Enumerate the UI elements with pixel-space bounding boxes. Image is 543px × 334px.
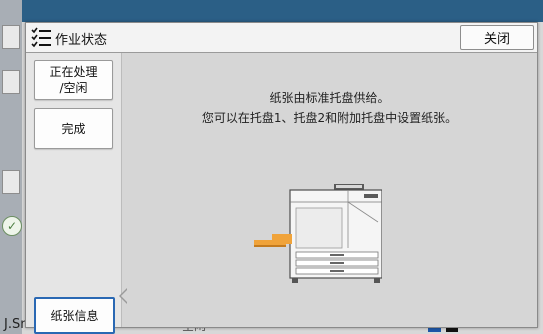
dialog-titlebar: 作业状态 关闭	[26, 23, 537, 53]
paper-info-button[interactable]: 纸张信息	[34, 297, 115, 334]
completed-button[interactable]: 完成	[34, 108, 113, 149]
background-check-icon: ✓	[2, 216, 22, 236]
paper-info-content: 纸张由标准托盘供给。 您可以在托盘1、托盘2和附加托盘中设置纸张。	[122, 53, 537, 327]
paper-source-message: 纸张由标准托盘供给。	[269, 91, 390, 105]
status-sidebar: 正在处理 /空闲 完成 纸张信息	[26, 53, 122, 334]
background-slot	[2, 70, 20, 94]
dialog-title: 作业状态	[55, 33, 108, 48]
background-left-panel: ✓	[0, 0, 22, 334]
background-topbar	[22, 0, 543, 22]
printer-illustration-icon	[254, 184, 382, 283]
close-button[interactable]: 关闭	[460, 25, 534, 50]
processing-idle-button[interactable]: 正在处理 /空闲	[34, 60, 113, 100]
background-slot	[2, 170, 20, 194]
job-status-dialog: 作业状态 关闭 正在处理 /空闲 完成 纸张信息 纸张由标准托盘供给。 您可以在…	[25, 22, 538, 334]
job-list-icon	[31, 27, 51, 48]
paper-tray-message: 您可以在托盘1、托盘2和附加托盘中设置纸张。	[201, 111, 458, 125]
background-slot	[2, 25, 20, 49]
